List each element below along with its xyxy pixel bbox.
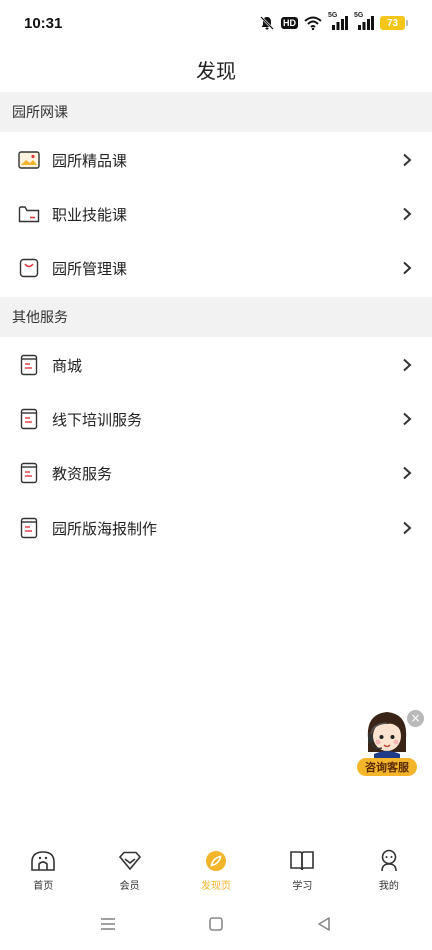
menu-item-premium-courses[interactable]: 园所精品课 [0, 133, 432, 187]
hd-badge: HD [281, 17, 298, 29]
menu-item-label: 园所管理课 [52, 259, 128, 278]
menu-item-label: 教资服务 [52, 464, 113, 483]
document-icon [18, 354, 40, 376]
menu-item-vocational-courses[interactable]: 职业技能课 [0, 187, 432, 241]
nav-item-home[interactable]: 首页 [0, 842, 86, 898]
chevron-right-icon [400, 153, 414, 167]
shopping-bag-icon [18, 257, 40, 279]
battery-cap [406, 20, 408, 26]
nav-label: 会员 [119, 881, 140, 892]
compass-icon [203, 849, 229, 873]
section-header-other-services: 其他服务 [0, 297, 432, 337]
menu-item-poster-making[interactable]: 园所版海报制作 [0, 501, 432, 555]
network-label-2: 5G [354, 12, 364, 19]
menu-item-offline-training[interactable]: 线下培训服务 [0, 392, 432, 446]
section-header-online-courses: 园所网课 [0, 92, 432, 132]
bottom-nav: 首页 会员 发现页 学习 我的 [0, 842, 432, 898]
network-label-1: 5G [328, 12, 338, 19]
nav-label: 首页 [33, 881, 54, 892]
bell-muted-icon [259, 15, 275, 31]
nav-label: 学习 [292, 881, 313, 892]
menu-item-label: 商城 [52, 356, 83, 375]
folder-icon [18, 203, 40, 225]
battery-icon: 73 [380, 16, 408, 30]
chevron-right-icon [400, 412, 414, 426]
menu-item-teacher-cert-services[interactable]: 教资服务 [0, 446, 432, 500]
section-title: 园所网课 [12, 105, 68, 121]
wifi-icon [304, 16, 322, 30]
nav-label: 发现页 [201, 881, 232, 892]
signal-icon-2: 5G [354, 12, 374, 30]
back-triangle-icon[interactable] [270, 916, 378, 932]
nav-item-profile[interactable]: 我的 [346, 842, 432, 898]
close-icon[interactable]: × [407, 710, 424, 727]
menu-item-label: 线下培训服务 [52, 410, 143, 429]
page-header: 发现 [0, 46, 432, 92]
page-title: 发现 [196, 58, 236, 83]
nav-item-membership[interactable]: 会员 [86, 842, 172, 898]
menu-lines-icon[interactable] [54, 916, 162, 932]
system-nav-bar [0, 898, 432, 950]
diamond-icon [117, 849, 143, 873]
status-icons: HD 5G 5G 73 [259, 12, 408, 31]
document-icon [18, 462, 40, 484]
profile-icon [376, 849, 402, 873]
section-title: 其他服务 [12, 310, 68, 326]
menu-item-management-courses[interactable]: 园所管理课 [0, 241, 432, 295]
document-icon [18, 408, 40, 430]
chevron-right-icon [400, 358, 414, 372]
chevron-right-icon [400, 466, 414, 480]
chevron-right-icon [400, 207, 414, 221]
chevron-right-icon [400, 521, 414, 535]
customer-service-avatar-icon [362, 708, 412, 764]
nav-label: 我的 [378, 881, 399, 892]
discover-screen: 10:31 HD 5G 5G 73 发现 园所网课 园所精品课 职业技能课 园所… [0, 0, 432, 950]
battery-level: 73 [380, 16, 405, 30]
book-icon [289, 849, 315, 873]
status-time: 10:31 [24, 14, 63, 32]
status-bar: 10:31 HD 5G 5G 73 [0, 0, 432, 46]
menu-item-label: 职业技能课 [52, 205, 128, 224]
nav-item-discover[interactable]: 发现页 [173, 842, 259, 898]
document-icon [18, 517, 40, 539]
customer-service-label: 咨询客服 [357, 758, 417, 776]
chevron-right-icon [400, 261, 414, 275]
home-icon [30, 849, 56, 873]
image-frame-icon [18, 149, 40, 171]
menu-item-mall[interactable]: 商城 [0, 338, 432, 392]
customer-service-float[interactable]: × 咨询客服 [355, 706, 425, 778]
menu-item-label: 园所精品课 [52, 151, 128, 170]
menu-item-label: 园所版海报制作 [52, 519, 158, 538]
nav-item-study[interactable]: 学习 [259, 842, 345, 898]
home-square-icon[interactable] [162, 916, 270, 932]
signal-icon-1: 5G [328, 12, 348, 30]
